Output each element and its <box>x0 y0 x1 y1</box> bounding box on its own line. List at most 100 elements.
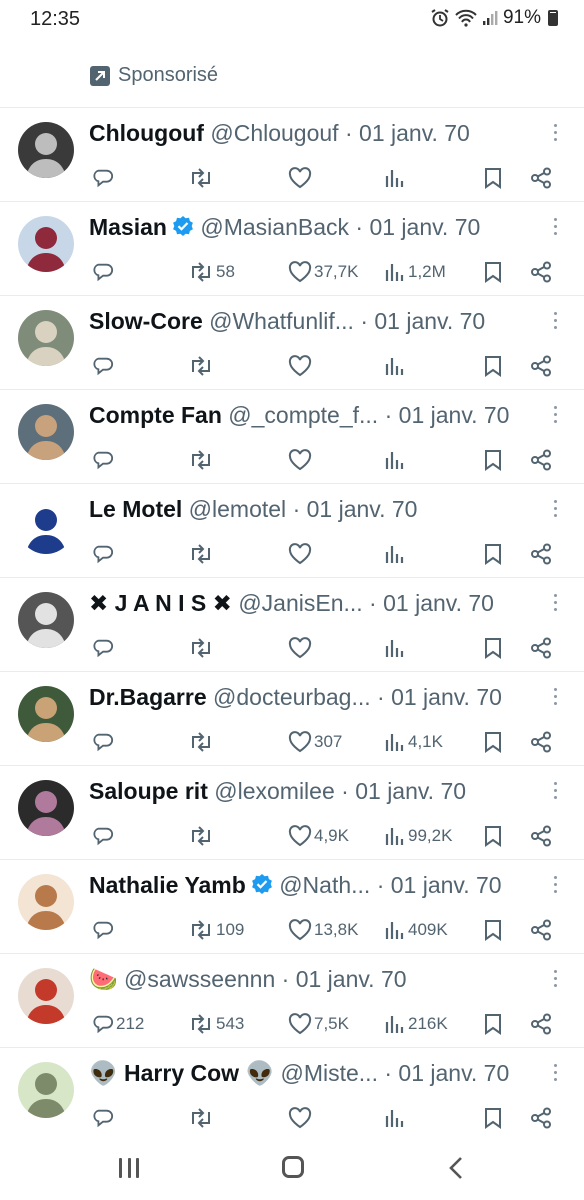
display-name[interactable]: Compte Fan <box>89 402 222 428</box>
views-button[interactable] <box>384 1106 408 1130</box>
tweet-row[interactable]: Masian @MasianBack · 01 janv. 70 58 37,7… <box>0 202 584 296</box>
reply-button[interactable] <box>92 636 116 660</box>
views-button[interactable] <box>384 542 408 566</box>
share-button[interactable] <box>530 918 552 942</box>
reply-button[interactable] <box>92 542 116 566</box>
reply-button[interactable] <box>92 730 116 754</box>
display-name[interactable]: Le Motel <box>89 496 182 522</box>
user-handle[interactable]: @JanisEn... <box>238 590 362 616</box>
avatar[interactable] <box>18 310 74 366</box>
share-button[interactable] <box>530 1012 552 1036</box>
recent-apps-button[interactable] <box>119 1158 139 1178</box>
more-options-icon[interactable] <box>552 1064 558 1086</box>
retweet-button[interactable] <box>188 448 216 472</box>
reply-button[interactable]: 212 <box>92 1012 144 1036</box>
like-button[interactable]: 13,8K <box>288 918 358 942</box>
more-options-icon[interactable] <box>552 876 558 898</box>
avatar[interactable] <box>18 122 74 178</box>
like-button[interactable] <box>288 354 314 378</box>
tweet-date[interactable]: 01 janv. 70 <box>355 778 466 804</box>
tweet-row[interactable]: ✖ J A N I S ✖ @JanisEn... · 01 janv. 70 <box>0 578 584 672</box>
reply-button[interactable] <box>92 354 116 378</box>
more-options-icon[interactable] <box>552 970 558 992</box>
tweet-date[interactable]: 01 janv. 70 <box>296 966 407 992</box>
share-button[interactable] <box>530 260 552 284</box>
reply-button[interactable] <box>92 918 116 942</box>
tweet-date[interactable]: 01 janv. 70 <box>399 402 510 428</box>
bookmark-button[interactable] <box>484 918 502 942</box>
reply-button[interactable] <box>92 448 116 472</box>
tweet-row[interactable]: Saloupe rit @lexomilee · 01 janv. 70 4,9… <box>0 766 584 860</box>
retweet-button[interactable]: 58 <box>188 260 235 284</box>
sponsored-label[interactable]: Sponsorisé <box>90 64 218 87</box>
views-button[interactable] <box>384 636 408 660</box>
views-button[interactable] <box>384 166 408 190</box>
tweet-date[interactable]: 01 janv. 70 <box>307 496 418 522</box>
bookmark-button[interactable] <box>484 824 502 848</box>
more-options-icon[interactable] <box>552 312 558 334</box>
like-button[interactable]: 307 <box>288 730 342 754</box>
user-handle[interactable]: @MasianBack <box>200 214 349 240</box>
tweet-row[interactable]: Dr.Bagarre @docteurbag... · 01 janv. 70 … <box>0 672 584 766</box>
views-button[interactable] <box>384 448 408 472</box>
reply-button[interactable] <box>92 824 116 848</box>
display-name[interactable]: Chlougouf <box>89 120 204 146</box>
display-name[interactable]: Dr.Bagarre <box>89 684 207 710</box>
avatar[interactable] <box>18 404 74 460</box>
like-button[interactable]: 7,5K <box>288 1012 349 1036</box>
display-name[interactable]: 🍉 <box>89 966 118 992</box>
views-button[interactable]: 1,2M <box>384 260 446 284</box>
bookmark-button[interactable] <box>484 730 502 754</box>
retweet-button[interactable] <box>188 636 216 660</box>
avatar[interactable] <box>18 498 74 554</box>
more-options-icon[interactable] <box>552 406 558 428</box>
display-name[interactable]: ✖ J A N I S ✖ <box>89 590 232 616</box>
like-button[interactable] <box>288 1106 314 1130</box>
retweet-button[interactable] <box>188 1106 216 1130</box>
retweet-button[interactable] <box>188 824 216 848</box>
user-handle[interactable]: @docteurbag... <box>213 684 371 710</box>
retweet-button[interactable] <box>188 730 216 754</box>
share-button[interactable] <box>530 1106 552 1130</box>
share-button[interactable] <box>530 636 552 660</box>
home-button[interactable] <box>282 1156 304 1178</box>
user-handle[interactable]: @Chlougouf <box>210 120 338 146</box>
display-name[interactable]: Masian <box>89 214 167 240</box>
user-handle[interactable]: @sawsseennn <box>124 966 275 992</box>
avatar[interactable] <box>18 216 74 272</box>
views-button[interactable]: 99,2K <box>384 824 452 848</box>
retweet-button[interactable] <box>188 354 216 378</box>
avatar[interactable] <box>18 1062 74 1118</box>
more-options-icon[interactable] <box>552 782 558 804</box>
tweet-date[interactable]: 01 janv. 70 <box>369 214 480 240</box>
retweet-button[interactable]: 543 <box>188 1012 244 1036</box>
retweet-button[interactable] <box>188 166 216 190</box>
more-options-icon[interactable] <box>552 218 558 240</box>
user-handle[interactable]: @Nath... <box>279 872 370 898</box>
like-button[interactable]: 37,7K <box>288 260 358 284</box>
bookmark-button[interactable] <box>484 166 502 190</box>
share-button[interactable] <box>530 824 552 848</box>
tweet-date[interactable]: 01 janv. 70 <box>391 872 502 898</box>
display-name[interactable]: Saloupe rit <box>89 778 208 804</box>
bookmark-button[interactable] <box>484 1012 502 1036</box>
tweet-row[interactable]: Chlougouf @Chlougouf · 01 janv. 70 <box>0 108 584 202</box>
like-button[interactable] <box>288 166 314 190</box>
like-button[interactable] <box>288 636 314 660</box>
user-handle[interactable]: @_compte_f... <box>228 402 378 428</box>
user-handle[interactable]: @Whatfunlif... <box>209 308 354 334</box>
views-button[interactable]: 4,1K <box>384 730 443 754</box>
display-name[interactable]: Slow-Core <box>89 308 203 334</box>
retweet-button[interactable]: 109 <box>188 918 244 942</box>
bookmark-button[interactable] <box>484 448 502 472</box>
share-button[interactable] <box>530 354 552 378</box>
bookmark-button[interactable] <box>484 260 502 284</box>
reply-button[interactable] <box>92 260 116 284</box>
display-name[interactable]: Nathalie Yamb <box>89 872 246 898</box>
avatar[interactable] <box>18 968 74 1024</box>
tweet-date[interactable]: 01 janv. 70 <box>383 590 494 616</box>
user-handle[interactable]: @lemotel <box>189 496 287 522</box>
bookmark-button[interactable] <box>484 354 502 378</box>
avatar[interactable] <box>18 780 74 836</box>
more-options-icon[interactable] <box>552 124 558 146</box>
